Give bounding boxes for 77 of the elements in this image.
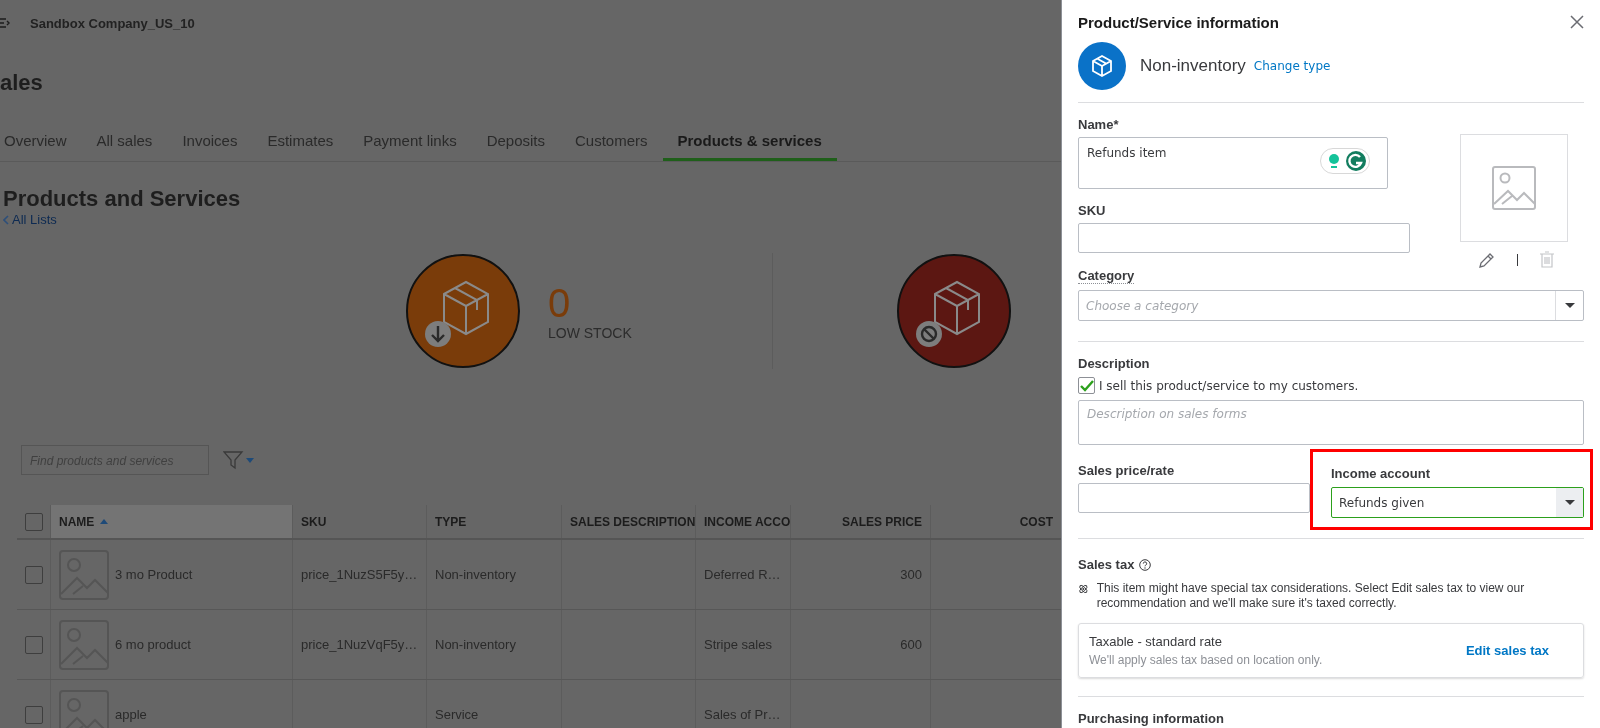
table-cell: Deferred R… <box>704 567 781 582</box>
caret-down-icon <box>1564 303 1575 308</box>
field-label: Description <box>1078 356 1151 371</box>
row-checkbox[interactable] <box>24 705 43 724</box>
income-account-dropdown[interactable]: Refunds given <box>1331 487 1584 518</box>
category-dropdown[interactable]: Choose a category <box>1078 290 1584 321</box>
company-name: Sandbox Company_US_10 <box>30 15 195 31</box>
table-cell: 3 mo Product <box>115 567 193 582</box>
table-cell: apple <box>115 707 147 722</box>
help-icon[interactable] <box>1139 558 1152 571</box>
table-cell: Service <box>435 707 479 722</box>
tab[interactable]: Deposits <box>471 124 560 161</box>
page-title: ales <box>0 70 44 97</box>
box-badge-icon[interactable] <box>897 254 1011 368</box>
name-field[interactable]: Refunds item <box>1078 137 1388 189</box>
column-header[interactable]: SKU <box>301 514 327 529</box>
column-header[interactable]: INCOME ACCO <box>704 514 790 529</box>
field-label: Income account <box>1331 466 1431 481</box>
column-header[interactable]: SALES DESCRIPTION <box>570 514 695 529</box>
box-badge-icon[interactable] <box>406 254 520 368</box>
image-placeholder-icon <box>1492 166 1536 210</box>
row-checkbox[interactable] <box>24 635 43 654</box>
field-label: Sales tax <box>1078 557 1135 572</box>
image-upload-box[interactable] <box>1460 134 1568 242</box>
tab[interactable]: Products & services <box>662 124 837 161</box>
tab[interactable]: All sales <box>81 124 168 161</box>
column-header[interactable]: NAME <box>59 514 95 529</box>
stat-count: 0 <box>548 281 572 325</box>
field-label: Name* <box>1078 117 1120 132</box>
table-cell: 6 mo product <box>115 637 191 652</box>
column-header[interactable]: SALES PRICE <box>842 514 922 529</box>
tax-rate-note: We'll apply sales tax based on location only. <box>1089 653 1323 667</box>
table-cell: Stripe sales <box>704 637 772 652</box>
field-label: Category <box>1078 268 1135 284</box>
item-type: Non-inventory <box>1140 56 1246 76</box>
description-field[interactable]: Description on sales forms <box>1078 400 1584 445</box>
tax-note: This item might have special tax considerations. Select Edit sales tax to view our recommendation and we'll make sure it's taxed correctly. <box>1096 581 1526 611</box>
pencil-icon[interactable] <box>1478 251 1495 268</box>
close-icon[interactable] <box>1570 15 1584 29</box>
sort-icon <box>100 519 109 524</box>
tax-rate-title: Taxable - standard rate <box>1089 634 1223 649</box>
column-header[interactable]: COST <box>1019 514 1053 529</box>
chevron-left-icon <box>3 214 9 225</box>
checkbox[interactable] <box>1078 377 1095 394</box>
tab[interactable]: Customers <box>560 124 663 161</box>
tab[interactable]: Overview <box>4 124 82 161</box>
table-cell: price_1NuzVqF5y… <box>301 637 418 652</box>
tab[interactable]: Invoices <box>167 124 253 161</box>
grammar-assistant-icon[interactable] <box>1320 148 1370 174</box>
change-type-link[interactable]: Change type <box>1253 59 1331 73</box>
box-icon <box>1078 42 1126 90</box>
field-label: SKU <box>1078 203 1107 218</box>
table-cell: price_1NuzS5F5y… <box>301 567 418 582</box>
table-cell: 300 <box>900 567 922 582</box>
row-checkbox[interactable] <box>24 565 43 584</box>
checkbox-label: I sell this product/service to my customers. <box>1099 378 1359 393</box>
select-all-checkbox[interactable] <box>24 512 43 531</box>
trash-icon[interactable] <box>1539 251 1554 268</box>
table-cell: Sales of Pr… <box>704 707 781 722</box>
field-label: Sales price/rate <box>1078 463 1176 478</box>
panel-title: Product/Service information <box>1078 13 1279 31</box>
table-cell: Non-inventory <box>435 637 516 652</box>
back-link[interactable]: All Lists <box>3 212 57 227</box>
tab[interactable]: Payment links <box>348 124 472 161</box>
table-cell: Non-inventory <box>435 567 516 582</box>
table-cell: 600 <box>900 637 922 652</box>
column-header[interactable]: TYPE <box>435 514 467 529</box>
section-heading: Products and Services <box>3 186 242 212</box>
edit-sales-tax-link[interactable]: Edit sales tax <box>1465 643 1549 658</box>
menu-icon[interactable] <box>0 17 10 29</box>
filter-icon[interactable] <box>223 450 255 470</box>
sku-field[interactable] <box>1078 223 1410 253</box>
sales-price-field[interactable] <box>1078 483 1310 513</box>
caret-down-icon <box>1564 500 1575 505</box>
stat-label: LOW STOCK <box>548 325 632 341</box>
section-label: Purchasing information <box>1078 711 1225 726</box>
tab[interactable]: Estimates <box>252 124 349 161</box>
